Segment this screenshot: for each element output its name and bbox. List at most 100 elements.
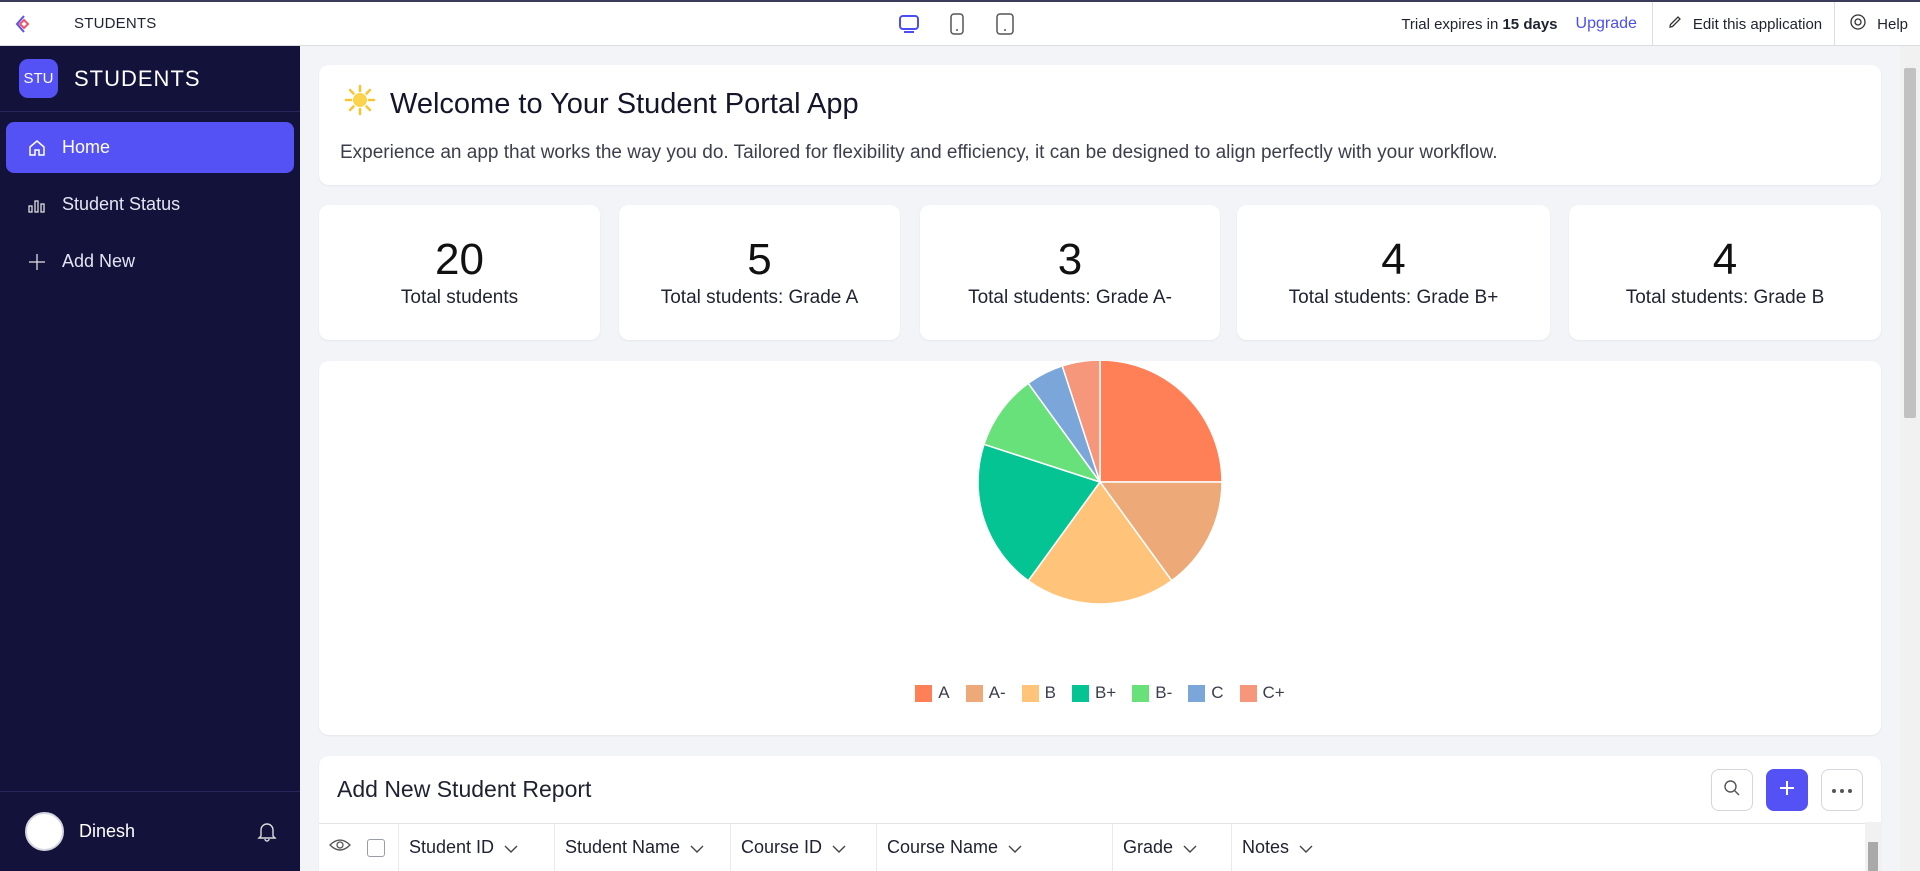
- stat-card-grade-a: 5 Total students: Grade A: [619, 205, 900, 340]
- checkbox[interactable]: [367, 838, 385, 857]
- legend-swatch: [1021, 684, 1039, 702]
- legend-swatch: [1239, 684, 1257, 702]
- stat-card-total-students: 20 Total students: [319, 205, 600, 340]
- legend-label: B-: [1155, 683, 1173, 702]
- stat-card-grade-b-plus: 4 Total students: Grade B+: [1237, 205, 1550, 340]
- legend-item[interactable]: C: [1188, 683, 1224, 703]
- pie-slice-a[interactable]: [1099, 361, 1223, 483]
- plus-icon: [26, 251, 48, 273]
- stat-label: Total students: Grade B+: [1288, 287, 1499, 308]
- stat-label: Total students: Grade A: [660, 287, 859, 308]
- legend-swatch: [1071, 684, 1089, 702]
- stat-value: 5: [747, 235, 772, 284]
- stat-label: Total students: Grade B: [1625, 287, 1825, 308]
- legend-swatch: [1132, 684, 1150, 702]
- column-label: Student ID: [409, 837, 495, 857]
- column-notes[interactable]: Notes: [1232, 824, 1832, 871]
- add-record-button[interactable]: [1766, 769, 1808, 811]
- legend-swatch: [915, 684, 933, 702]
- chevron-down-icon: [1299, 837, 1313, 858]
- column-student-id[interactable]: Student ID: [399, 823, 555, 871]
- help-button[interactable]: Help: [1835, 13, 1920, 35]
- desktop-view-icon[interactable]: [896, 10, 922, 38]
- column-course-id[interactable]: Course ID: [731, 823, 877, 871]
- sidebar-item-label: Add New: [62, 251, 136, 271]
- sidebar-item-label: Student Status: [62, 194, 181, 214]
- top-bar: STUDENTS Trial expires in 15 days Upgrad…: [0, 0, 1920, 46]
- lifebuoy-icon: [1849, 13, 1867, 35]
- stat-value: 20: [435, 235, 484, 284]
- sidebar-item-label: Home: [62, 137, 111, 157]
- more-options-button[interactable]: [1821, 769, 1863, 811]
- stat-card-grade-b: 4 Total students: Grade B: [1569, 205, 1881, 340]
- scrollbar-thumb[interactable]: [1904, 68, 1916, 418]
- column-label: Grade: [1123, 837, 1174, 857]
- column-label: Student Name: [565, 837, 681, 857]
- sidebar-nav: Home Student Status Add New: [0, 112, 300, 287]
- stat-value: 3: [1057, 235, 1083, 284]
- chevron-down-icon: [1183, 837, 1197, 858]
- legend-item[interactable]: A-: [965, 683, 1006, 703]
- column-label: Course ID: [741, 837, 823, 857]
- table-scrollbar[interactable]: [1865, 822, 1881, 871]
- welcome-title: Welcome to Your Student Portal App: [390, 87, 859, 120]
- main-content: Welcome to Your Student Portal App Exper…: [300, 46, 1900, 871]
- legend-item[interactable]: B-: [1132, 683, 1172, 703]
- table-header: Student ID Student Name Course ID Course…: [319, 823, 1881, 871]
- welcome-description: Experience an app that works the way you…: [340, 142, 1498, 163]
- column-visibility-toggle[interactable]: [319, 824, 359, 871]
- help-label: Help: [1877, 15, 1908, 33]
- stat-value: 4: [1712, 235, 1738, 284]
- search-button[interactable]: [1711, 769, 1753, 811]
- column-grade[interactable]: Grade: [1113, 823, 1232, 871]
- home-icon: [26, 137, 48, 159]
- page-scrollbar[interactable]: [1900, 46, 1920, 871]
- device-preview-toggle: [896, 10, 1018, 38]
- chart-legend: A A- B B+ B- C C+: [319, 683, 1881, 703]
- stat-card-grade-a-minus: 3 Total students: Grade A-: [920, 205, 1220, 340]
- sidebar-item-home[interactable]: Home: [6, 122, 294, 173]
- avatar[interactable]: [25, 812, 64, 851]
- app-avatar: STU: [19, 59, 58, 98]
- edit-application-button[interactable]: Edit this application: [1653, 14, 1834, 34]
- edit-application-label: Edit this application: [1692, 15, 1823, 33]
- grade-distribution-chart: A A- B B+ B- C C+: [319, 361, 1881, 735]
- chevron-down-icon: [690, 837, 704, 858]
- plus-icon: [1777, 778, 1797, 803]
- legend-label: B: [1044, 683, 1056, 702]
- legend-swatch: [1188, 684, 1206, 702]
- legend-item[interactable]: B: [1021, 683, 1056, 703]
- app-logo-icon[interactable]: [0, 2, 48, 46]
- pie-chart: [977, 361, 1223, 605]
- tablet-view-icon[interactable]: [944, 10, 970, 38]
- scrollbar-thumb[interactable]: [1868, 842, 1878, 871]
- select-all-checkbox[interactable]: [359, 823, 399, 871]
- legend-item[interactable]: B+: [1071, 683, 1117, 703]
- stat-label: Total students: Grade A-: [968, 287, 1172, 308]
- column-course-name[interactable]: Course Name: [877, 823, 1113, 871]
- legend-item[interactable]: A: [915, 683, 950, 703]
- legend-label: C+: [1262, 683, 1285, 702]
- sidebar: STU STUDENTS Home Student Status Add New…: [0, 46, 300, 871]
- trial-days: 15 days: [1502, 15, 1558, 33]
- mobile-view-icon[interactable]: [992, 10, 1018, 38]
- legend-label: A: [938, 683, 950, 702]
- student-report-table: Add New Student Report Student ID Studen…: [319, 756, 1881, 871]
- table-title: Add New Student Report: [337, 776, 592, 802]
- eye-icon: [329, 837, 351, 858]
- column-student-name[interactable]: Student Name: [555, 823, 731, 871]
- legend-label: B+: [1094, 683, 1117, 702]
- upgrade-link[interactable]: Upgrade: [1576, 15, 1637, 33]
- trial-notice: Trial expires in 15 days: [1401, 15, 1558, 33]
- pencil-icon: [1667, 14, 1683, 34]
- sidebar-item-add-new[interactable]: Add New: [6, 236, 294, 287]
- column-label: Notes: [1242, 837, 1290, 857]
- search-icon: [1723, 779, 1741, 802]
- legend-item[interactable]: C+: [1239, 683, 1285, 703]
- bell-icon[interactable]: [256, 820, 278, 847]
- user-profile[interactable]: Dinesh: [0, 791, 300, 871]
- sidebar-item-student-status[interactable]: Student Status: [6, 179, 294, 230]
- column-label: Course Name: [887, 837, 999, 857]
- chevron-down-icon: [832, 837, 846, 858]
- chevron-down-icon: [504, 837, 518, 858]
